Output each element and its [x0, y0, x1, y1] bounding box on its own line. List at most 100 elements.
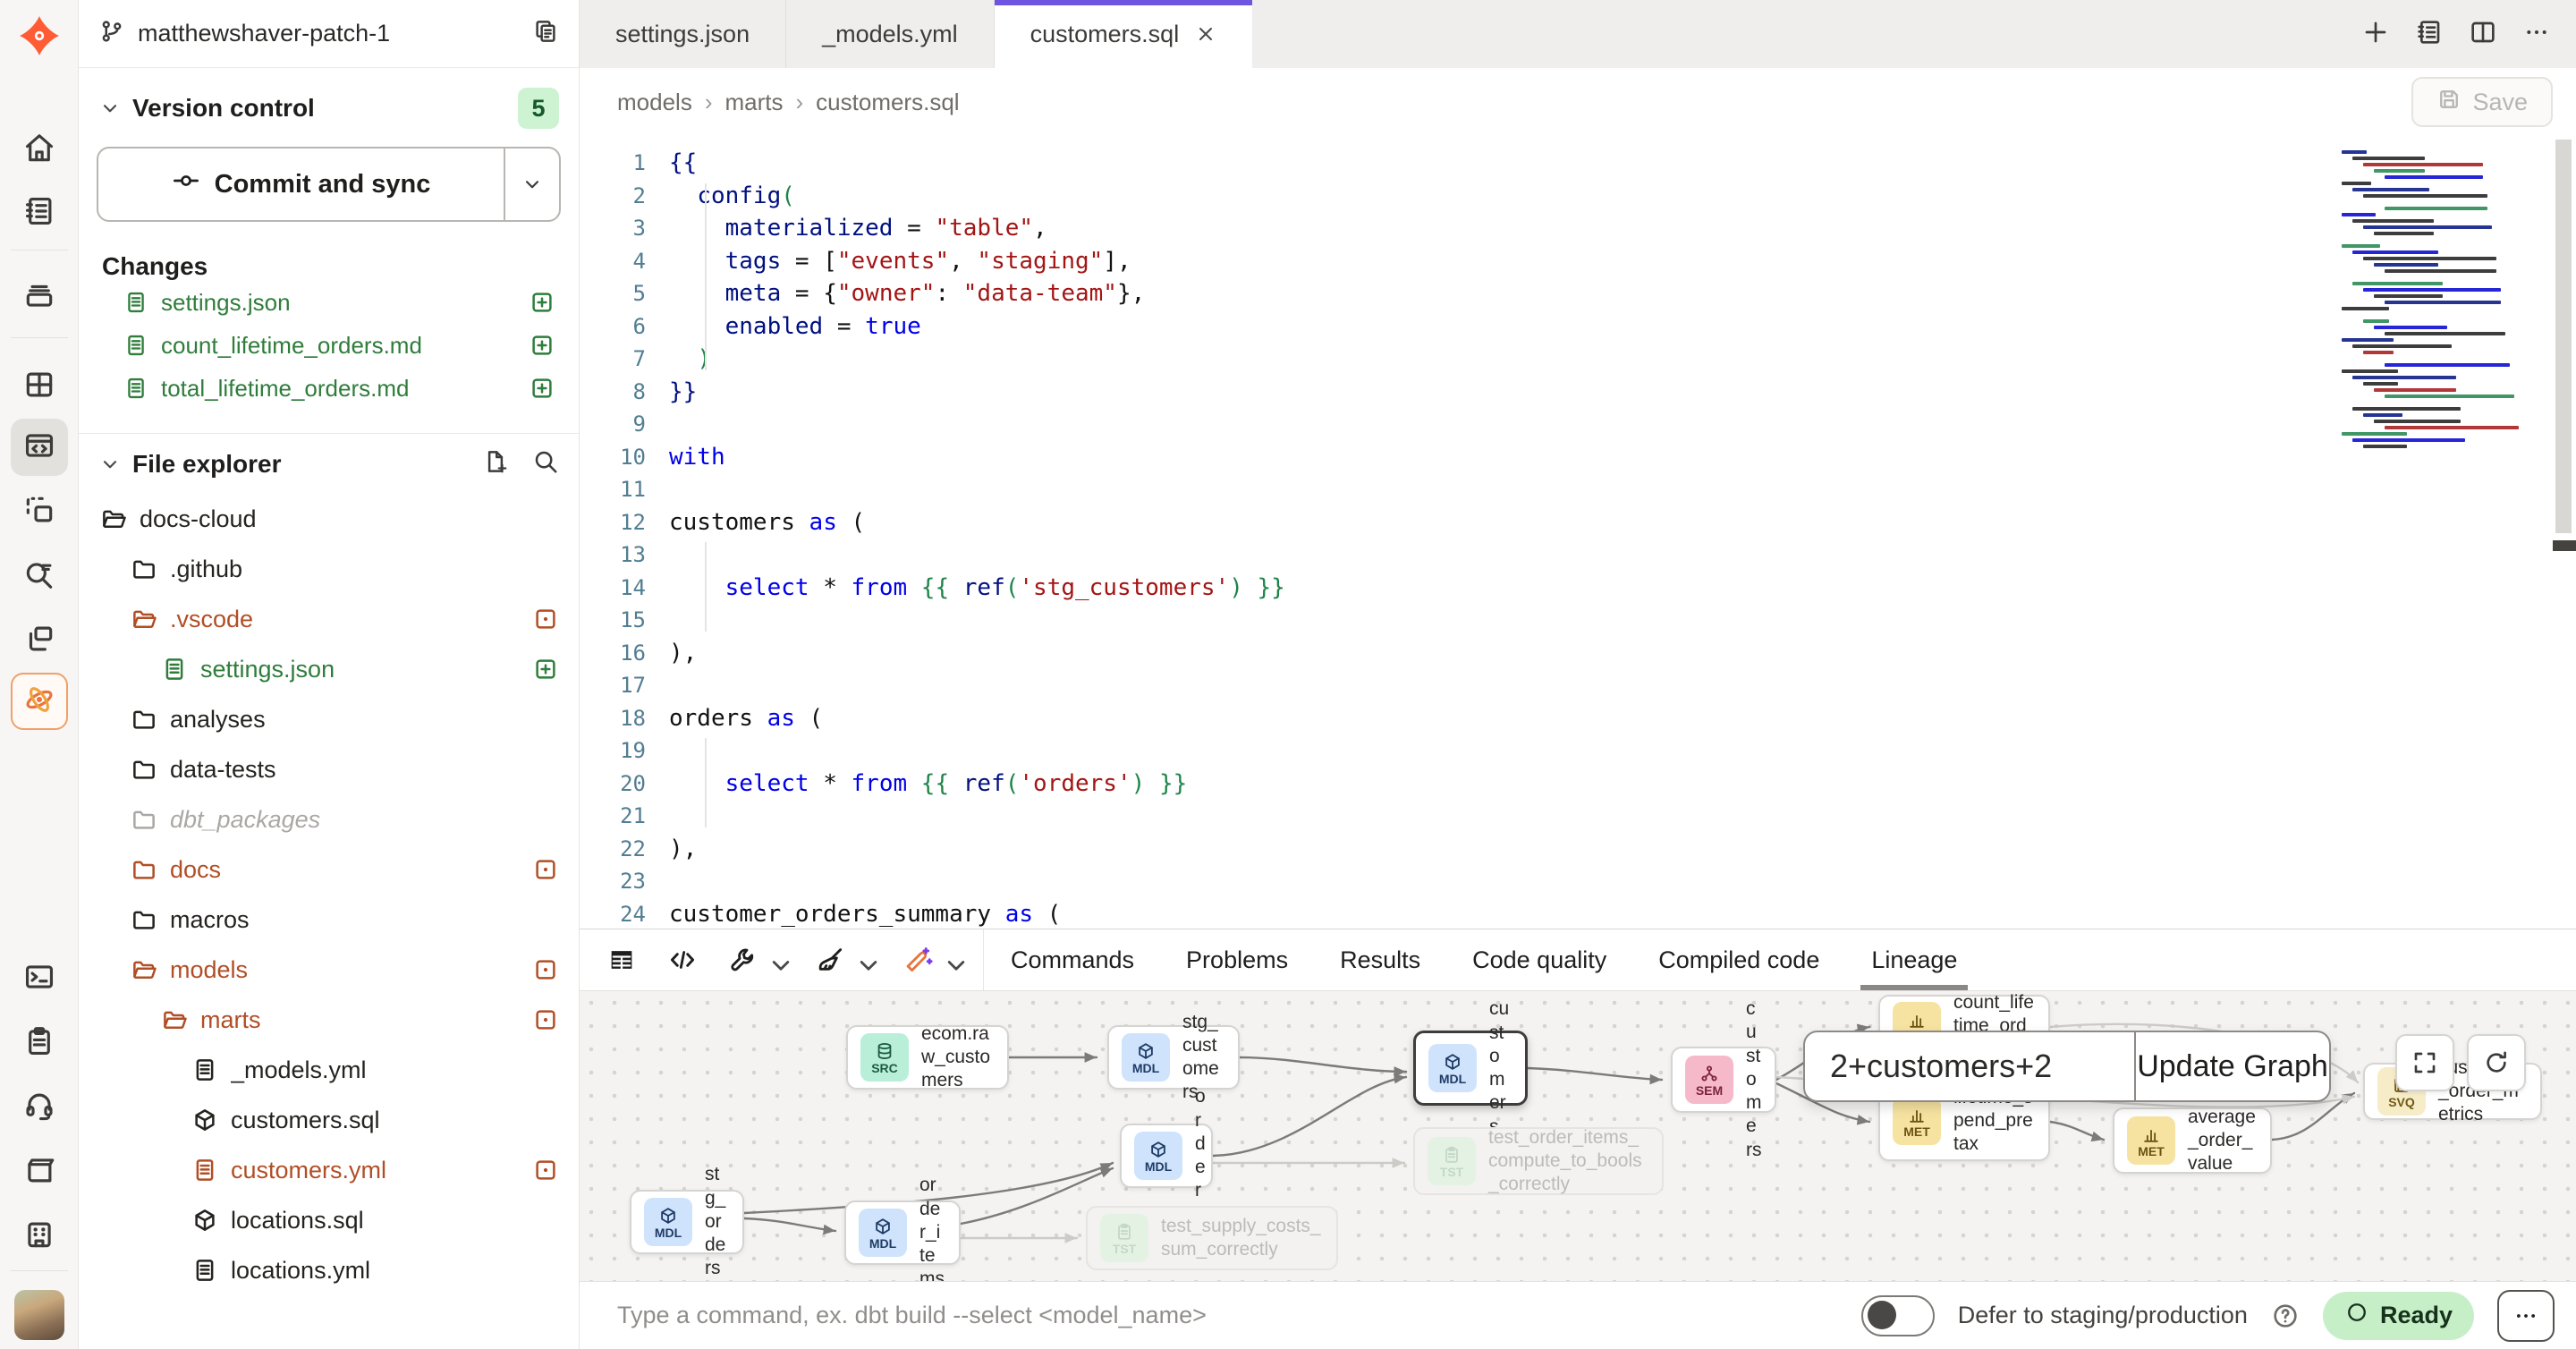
help-question-icon[interactable] [2271, 1302, 2300, 1330]
rail-home-icon[interactable] [11, 122, 68, 179]
user-avatar[interactable] [11, 1286, 68, 1344]
rail-environments-icon[interactable] [11, 268, 68, 326]
breadcrumb-models[interactable]: models [617, 89, 692, 116]
branch-icon [98, 18, 125, 49]
panel-tab-problems[interactable]: Problems [1186, 929, 1288, 990]
notebook-icon[interactable] [2415, 18, 2444, 51]
defer-toggle[interactable] [1861, 1295, 1935, 1336]
tree-item-docs[interactable]: docs [79, 844, 579, 895]
copy-branch-icon[interactable] [532, 18, 559, 49]
rail-support-headset-icon[interactable] [11, 1079, 68, 1136]
tree-item-locations.yml[interactable]: locations.yml [79, 1245, 579, 1295]
mdl-badge: MDL [1428, 1044, 1477, 1092]
rail-explore-icon[interactable] [11, 547, 68, 605]
tab-customers.sql[interactable]: customers.sql [995, 0, 1253, 68]
update-graph-button[interactable]: Update Graph [2134, 1032, 2329, 1100]
commit-icon [172, 166, 200, 202]
lineage-node-ecom_raw_customers[interactable]: SRC ecom.raw_customers [846, 1025, 1009, 1090]
line-number: 19 [580, 738, 669, 763]
refresh-graph-button[interactable] [2467, 1034, 2526, 1091]
results-table-icon[interactable] [606, 945, 637, 975]
tree-item-analyses[interactable]: analyses [79, 694, 579, 744]
tab-settings.json[interactable]: settings.json [580, 0, 786, 68]
orbit-icon [22, 683, 56, 721]
rail-docs-book-icon[interactable] [11, 1143, 68, 1201]
tree-item-customers.yml[interactable]: customers.yml [79, 1145, 579, 1195]
tab-_models.yml[interactable]: _models.yml [786, 0, 995, 68]
rail-orbit-icon[interactable] [11, 673, 68, 730]
tree-item-macros[interactable]: macros [79, 895, 579, 945]
stage-plus-icon[interactable] [529, 289, 555, 316]
tree-item-docs-cloud[interactable]: docs-cloud [79, 494, 579, 544]
lineage-selector-input[interactable]: 2+customers+2 [1805, 1032, 2134, 1100]
rail-clipboard-icon[interactable] [11, 1014, 68, 1072]
panel-tab-results[interactable]: Results [1340, 929, 1420, 990]
tree-item-dbt_packages[interactable]: dbt_packages [79, 794, 579, 844]
rail-ide-editor-icon[interactable] [11, 419, 68, 476]
lineage-node-stg_orders[interactable]: MDL stg_orders [630, 1190, 744, 1254]
panel-tab-lineage[interactable]: Lineage [1871, 929, 1957, 990]
tree-item-customers.sql[interactable]: customers.sql [79, 1095, 579, 1145]
code-icon[interactable] [667, 945, 698, 975]
lineage-node-orders[interactable]: MDL orders [1120, 1124, 1213, 1188]
lineage-node-stg_customers[interactable]: MDL stg_customers [1107, 1025, 1240, 1090]
new-tab-icon[interactable] [2361, 18, 2390, 51]
search-icon[interactable] [532, 448, 559, 479]
rail-notebook-icon[interactable] [11, 184, 68, 242]
tree-item-locations.sql[interactable]: locations.sql [79, 1195, 579, 1245]
ai-assist-icon[interactable] [903, 945, 961, 975]
changed-file-row[interactable]: settings.json [79, 281, 579, 324]
split-editor-icon[interactable] [2469, 18, 2497, 51]
lineage-node-customers_semantic[interactable]: SEM customers [1671, 1047, 1776, 1113]
minimap[interactable] [2342, 150, 2538, 445]
lineage-node-average_order_value[interactable]: MET average_order_value [2113, 1107, 2272, 1174]
tree-item-data-tests[interactable]: data-tests [79, 744, 579, 794]
status-label: Ready [2380, 1302, 2453, 1329]
more-options-button[interactable] [2497, 1290, 2555, 1342]
panel-tab-code-quality[interactable]: Code quality [1472, 929, 1606, 990]
tree-item-.github[interactable]: .github [79, 544, 579, 594]
overflow-menu-icon[interactable] [2522, 18, 2551, 51]
changed-file-row[interactable]: count_lifetime_orders.md [79, 324, 579, 367]
home-icon [22, 132, 56, 170]
tree-item-marts[interactable]: marts [79, 995, 579, 1045]
tree-item-_models.yml[interactable]: _models.yml [79, 1045, 579, 1095]
stage-plus-icon[interactable] [529, 332, 555, 359]
rail-terminal-icon[interactable] [11, 950, 68, 1007]
editor-scrollbar[interactable] [2553, 136, 2576, 929]
version-control-header[interactable]: Version control 5 [79, 88, 579, 129]
rail-organization-icon[interactable] [11, 1208, 68, 1265]
breadcrumb-marts[interactable]: marts [725, 89, 784, 116]
build-tools-icon[interactable] [728, 945, 785, 975]
fullscreen-button[interactable] [2395, 1034, 2454, 1091]
commit-and-sync-button[interactable]: Commit and sync [97, 147, 561, 222]
tree-item-settings.json[interactable]: settings.json [79, 644, 579, 694]
rail-dashboard-icon[interactable] [11, 358, 68, 415]
changed-file-row[interactable]: total_lifetime_orders.md [79, 367, 579, 410]
save-button[interactable]: Save [2411, 77, 2553, 127]
tree-item-models[interactable]: models [79, 945, 579, 995]
panel-tab-compiled-code[interactable]: Compiled code [1658, 929, 1819, 990]
branch-name[interactable]: matthewshaver-patch-1 [138, 20, 520, 47]
code-editor[interactable]: 1{{2 config(3 materialized = "table",4 t… [580, 136, 2576, 929]
met-badge: MET [2127, 1116, 2175, 1165]
command-input[interactable]: Type a command, ex. dbt build --select <… [617, 1302, 1838, 1329]
stage-plus-icon[interactable] [532, 656, 559, 683]
close-icon[interactable] [1195, 23, 1216, 45]
lineage-graph[interactable]: SRC ecom.raw_customers MDL stg_customers… [580, 991, 2576, 1281]
lineage-node-order_items[interactable]: MDL order_items [844, 1201, 961, 1265]
tree-item-.vscode[interactable]: .vscode [79, 594, 579, 644]
rail-visual-editor-icon[interactable] [11, 483, 68, 540]
panel-tab-commands[interactable]: Commands [1011, 929, 1134, 990]
lineage-node-test_order_items[interactable]: TST test_order_items_compute_to_bools_co… [1413, 1127, 1664, 1195]
format-broom-icon[interactable] [816, 945, 873, 975]
rail-integrations-icon[interactable] [11, 612, 68, 669]
lineage-node-customers_model[interactable]: MDL customers [1413, 1031, 1528, 1106]
code-line: 14 select * from {{ ref('stg_customers')… [580, 572, 2576, 605]
lineage-node-test_supply_costs[interactable]: TST test_supply_costs_sum_correctly [1086, 1206, 1338, 1270]
stage-plus-icon[interactable] [529, 375, 555, 402]
file-explorer-header[interactable]: File explorer [79, 448, 579, 479]
node-label: test_supply_costs_sum_correctly [1161, 1215, 1322, 1262]
new-file-icon[interactable] [482, 448, 509, 479]
commit-options-caret[interactable] [504, 148, 559, 220]
